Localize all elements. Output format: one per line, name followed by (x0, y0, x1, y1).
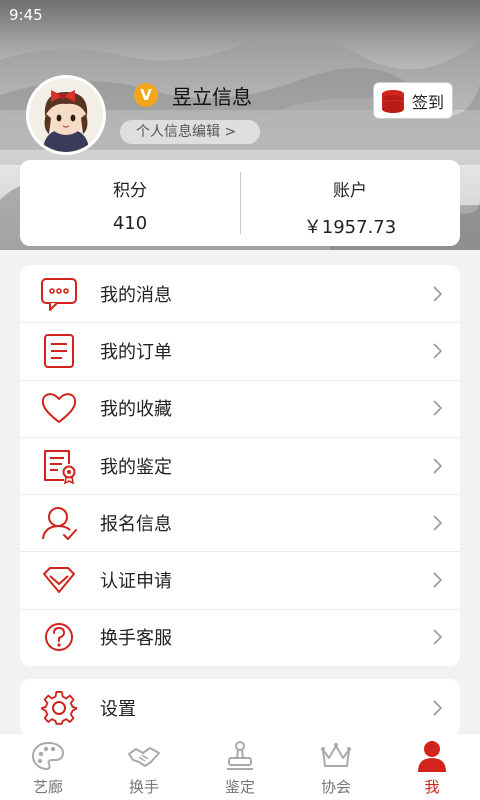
order-icon (44, 333, 74, 368)
chevron-right-icon (433, 629, 442, 645)
settings-card: 设置 (20, 679, 460, 737)
tab-appraisal[interactable]: 鉴定 (192, 734, 288, 800)
palette-icon (31, 741, 65, 771)
avatar[interactable] (26, 75, 106, 155)
handshake-icon (128, 747, 160, 767)
account-value: ￥1957.73 (303, 217, 397, 238)
signin-label: 签到 (412, 92, 445, 112)
menu-item-certification[interactable]: 认证申请 (20, 551, 460, 608)
menu-label: 我的消息 (100, 284, 172, 306)
help-icon (45, 623, 73, 652)
bottom-tab-bar: 艺廊 换手 鉴定 协会 我 (0, 734, 480, 800)
menu-list: 我的消息 我的订单 我的收藏 我的鉴定 报名信息 认证申请 换手客服 (20, 265, 460, 667)
signin-button[interactable]: 签到 (373, 82, 453, 119)
tab-label: 我 (424, 778, 440, 796)
stats-divider (240, 172, 241, 234)
chevron-right-icon (433, 572, 442, 588)
menu-label: 设置 (100, 698, 136, 720)
menu-item-orders[interactable]: 我的订单 (20, 322, 460, 379)
menu-item-registration[interactable]: 报名信息 (20, 494, 460, 551)
tab-label: 鉴定 (224, 778, 255, 796)
certificate-icon (44, 449, 76, 484)
person-icon (418, 741, 446, 772)
menu-label: 报名信息 (100, 513, 172, 535)
points-title: 积分 (113, 181, 147, 201)
menu-label: 换手客服 (100, 628, 172, 650)
points-value: 410 (112, 213, 148, 234)
tab-label: 协会 (320, 778, 351, 796)
tab-association[interactable]: 协会 (288, 734, 384, 800)
tab-me[interactable]: 我 (384, 734, 480, 800)
points-stat[interactable]: 积分 410 (20, 160, 240, 246)
message-icon (41, 277, 77, 311)
username: 昱立信息 (172, 85, 252, 109)
tab-exchange[interactable]: 换手 (96, 734, 192, 800)
menu-item-settings[interactable]: 设置 (20, 679, 460, 736)
menu-label: 认证申请 (100, 571, 172, 593)
chevron-right-icon (433, 400, 442, 416)
menu-item-appraisal[interactable]: 我的鉴定 (20, 436, 460, 494)
tab-label: 换手 (128, 778, 159, 796)
tab-gallery[interactable]: 艺廊 (0, 734, 96, 800)
menu-item-messages[interactable]: 我的消息 (20, 265, 460, 322)
stats-card: 积分 410 账户 ￥1957.73 (20, 160, 460, 246)
heart-icon (41, 393, 77, 424)
account-stat[interactable]: 账户 ￥1957.73 (240, 160, 460, 246)
menu-label: 我的订单 (100, 341, 172, 363)
chevron-right-icon (433, 515, 442, 531)
menu-item-favorites[interactable]: 我的收藏 (20, 379, 460, 437)
diamond-icon (43, 567, 75, 594)
chevron-right-icon (433, 700, 442, 716)
menu-item-customer-service[interactable]: 换手客服 (20, 608, 460, 666)
chevron-right-icon (433, 457, 442, 474)
tab-label: 艺廊 (32, 778, 63, 796)
user-check-icon (42, 506, 77, 540)
status-time: 9:45 (9, 6, 43, 24)
chevron-right-icon (433, 286, 442, 302)
crown-icon (321, 743, 351, 767)
menu-label: 我的鉴定 (100, 456, 172, 478)
avatar-image (29, 78, 103, 152)
coins-icon (382, 89, 404, 113)
gear-icon (41, 690, 78, 725)
verified-badge: V (134, 83, 158, 107)
edit-profile-link[interactable]: 个人信息编辑 > (120, 120, 260, 144)
account-title: 账户 (333, 181, 367, 201)
stamp-icon (227, 741, 253, 770)
chevron-right-icon (433, 343, 442, 359)
menu-label: 我的收藏 (100, 399, 172, 421)
